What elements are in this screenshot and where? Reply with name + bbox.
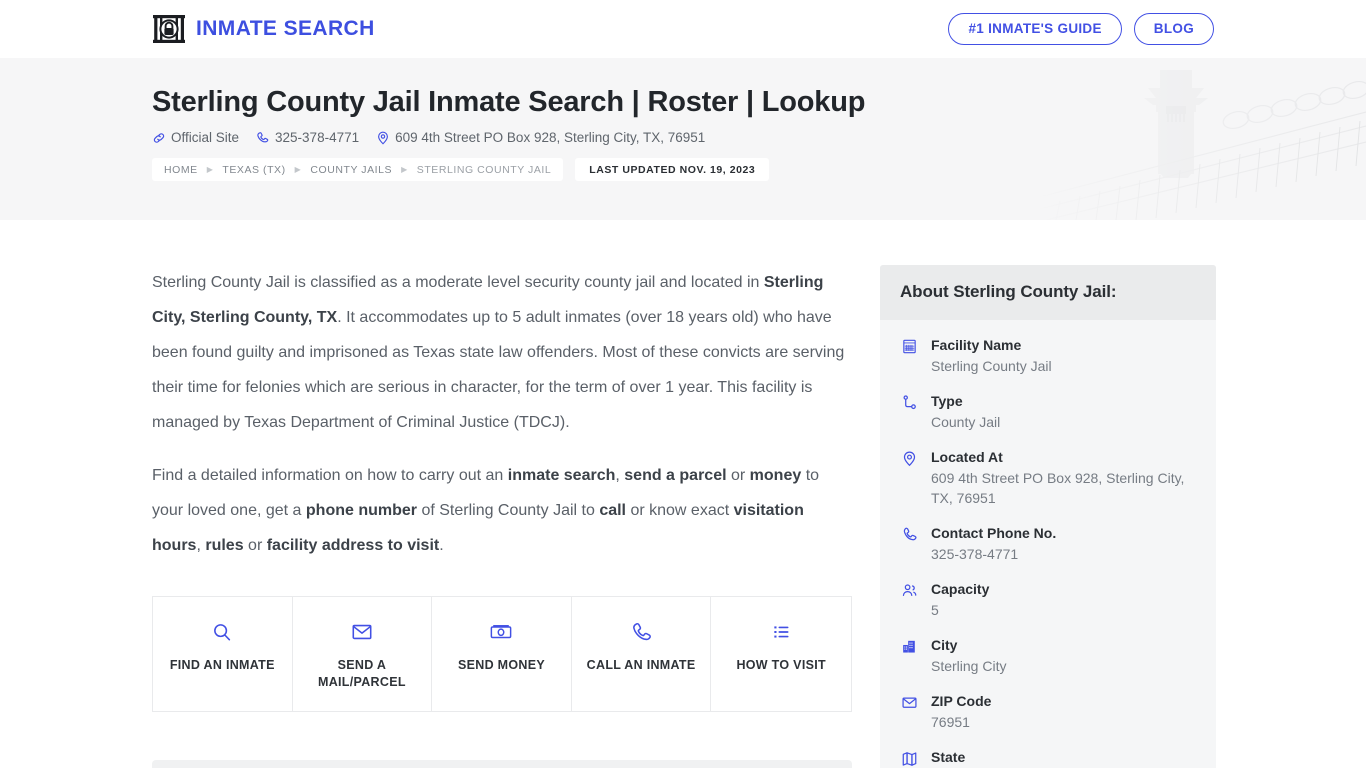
phone-icon [900, 524, 919, 543]
fact-contact-phone: Contact Phone No. 325-378-4771 [900, 524, 1196, 564]
city-icon [900, 636, 919, 655]
brand-name: INMATE SEARCH [196, 17, 375, 40]
hero-phone-number: 325-378-4771 [275, 130, 360, 146]
article-column: Sterling County Jail is classified as a … [152, 265, 852, 768]
about-panel-header: About Sterling County Jail: [880, 265, 1216, 320]
official-site-link[interactable]: Official Site [152, 130, 239, 145]
breadcrumb-item-home[interactable]: HOME [164, 164, 198, 176]
list-icon [770, 619, 792, 645]
fact-value: County Jail [931, 414, 1001, 430]
official-site-label: Official Site [171, 130, 240, 146]
action-send-money[interactable]: SEND MONEY [432, 597, 572, 711]
chevron-right-icon: ▶ [206, 164, 214, 174]
fact-label: Facility Name [931, 337, 1022, 353]
link-icon [152, 131, 166, 145]
quick-action-grid: FIND AN INMATE SEND A MAIL/PARCEL SEND M… [152, 596, 852, 712]
map-pin-icon [376, 131, 390, 145]
fact-value: 76951 [931, 714, 970, 730]
nav-actions: #1 INMATE'S GUIDE BLOG [948, 12, 1214, 46]
fact-label: Type [931, 393, 963, 409]
fact-value: 5 [931, 602, 939, 618]
phone-icon [630, 619, 653, 645]
fact-value: 325-378-4771 [931, 546, 1019, 562]
about-panel-title: About Sterling County Jail: [900, 282, 1117, 301]
fact-value: Sterling City [931, 658, 1007, 674]
hero-phone-link[interactable]: 325-378-4771 [256, 130, 359, 145]
fact-value: 609 4th Street PO Box 928, Sterling City… [931, 470, 1185, 506]
about-panel: About Sterling County Jail: Facility Nam… [880, 265, 1216, 768]
jail-padlock-icon [152, 12, 186, 46]
building-icon [900, 336, 919, 355]
action-label: FIND AN INMATE [169, 658, 275, 672]
map-icon [900, 748, 919, 767]
hero-address: 609 4th Street PO Box 928, Sterling City… [376, 130, 705, 145]
fact-state: State Texas (TX) [900, 748, 1196, 768]
hero-section: Sterling County Jail Inmate Search | Ros… [0, 58, 1366, 220]
money-icon [488, 619, 514, 645]
fact-label: Located At [931, 449, 1003, 465]
action-label: CALL AN INMATE [586, 658, 696, 672]
breadcrumb: HOME ▶ TEXAS (TX) ▶ COUNTY JAILS ▶ STERL… [152, 158, 1214, 182]
breadcrumb-item-current: STERLING COUNTY JAIL [416, 163, 552, 176]
hierarchy-icon [900, 392, 919, 411]
breadcrumb-item-texas[interactable]: TEXAS (TX) [222, 164, 285, 176]
about-panel-body: Facility Name Sterling County Jail Type … [880, 320, 1216, 768]
last-updated-badge: LAST UPDATED NOV. 19, 2023 [575, 158, 770, 182]
fact-located-at: Located At 609 4th Street PO Box 928, St… [900, 448, 1196, 508]
action-how-to-visit[interactable]: HOW TO VISIT [711, 597, 851, 711]
hero-meta: Official Site 325-378-4771 609 4th Stree… [152, 130, 1214, 145]
map-pin-icon [900, 448, 919, 467]
fact-capacity: Capacity 5 [900, 580, 1196, 620]
fact-value: Sterling County Jail [931, 358, 1052, 374]
main-content: Sterling County Jail is classified as a … [0, 220, 1366, 768]
fact-label: City [931, 637, 958, 653]
chevron-right-icon: ▶ [401, 164, 408, 174]
fact-label: ZIP Code [931, 693, 992, 709]
fact-zip-code: ZIP Code 76951 [900, 692, 1196, 732]
fact-label: State [931, 749, 966, 765]
fact-facility-name: Facility Name Sterling County Jail [900, 336, 1196, 376]
blog-button[interactable]: BLOG [1133, 12, 1214, 46]
envelope-icon [350, 619, 374, 645]
inmates-guide-button[interactable]: #1 INMATE'S GUIDE [948, 12, 1122, 46]
action-call-an-inmate[interactable]: CALL AN INMATE [572, 597, 712, 711]
envelope-icon [900, 692, 919, 711]
page-title: Sterling County Jail Inmate Search | Ros… [152, 86, 866, 118]
intro-paragraph: Sterling County Jail is classified as a … [152, 274, 845, 431]
action-send-mail-parcel[interactable]: SEND A MAIL/PARCEL [293, 597, 433, 711]
fact-label: Capacity [931, 581, 990, 597]
brand-logo-link[interactable]: INMATE SEARCH [152, 12, 375, 46]
hero-address-text: 609 4th Street PO Box 928, Sterling City… [395, 130, 706, 146]
action-find-an-inmate[interactable]: FIND AN INMATE [153, 597, 293, 711]
top-navbar: INMATE SEARCH #1 INMATE'S GUIDE BLOG [0, 0, 1366, 58]
breadcrumb-items: HOME ▶ TEXAS (TX) ▶ COUNTY JAILS ▶ STERL… [152, 158, 564, 182]
secondary-paragraph: Find a detailed information on how to ca… [152, 467, 820, 554]
sidebar-column: About Sterling County Jail: Facility Nam… [880, 265, 1216, 768]
phone-icon [256, 131, 270, 145]
inmate-lookup-panel: Inmate Lookup in Sterling County Jail [152, 760, 852, 768]
search-icon [211, 619, 233, 645]
fact-label: Contact Phone No. [931, 525, 1057, 541]
chevron-right-icon: ▶ [294, 164, 302, 174]
action-label: SEND A MAIL/PARCEL [317, 658, 406, 689]
action-label: SEND MONEY [457, 658, 546, 672]
breadcrumb-item-county-jails[interactable]: COUNTY JAILS [310, 164, 392, 176]
action-label: HOW TO VISIT [736, 658, 826, 672]
fact-city: City Sterling City [900, 636, 1196, 676]
people-icon [900, 580, 919, 599]
fact-type: Type County Jail [900, 392, 1196, 432]
